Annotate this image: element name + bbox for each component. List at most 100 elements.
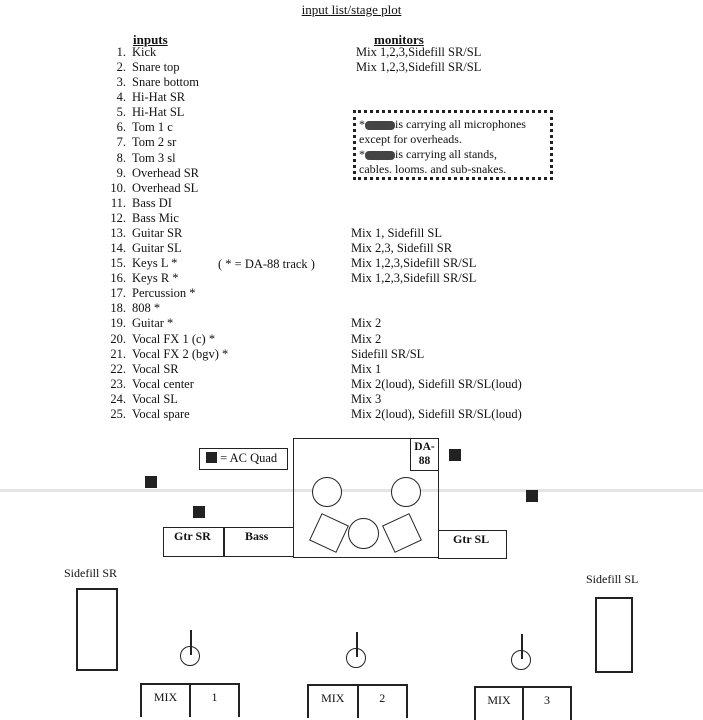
input-number: 13. <box>110 225 126 240</box>
monitor-send: Mix 2 <box>351 331 382 346</box>
ac-quad-icon <box>206 452 217 463</box>
input-number: 9. <box>116 165 126 180</box>
input-row: 11. Bass DI <box>106 196 172 211</box>
monitor-send: Mix 3 <box>351 391 382 406</box>
input-number: 21. <box>110 346 126 361</box>
vocal-mic-sl <box>511 650 531 670</box>
input-name: Keys R * <box>132 271 179 286</box>
ac-quad-icon <box>526 490 538 502</box>
input-number: 16. <box>110 271 126 286</box>
input-row: 25. Vocal spare <box>106 406 190 422</box>
input-row: 8. Tom 3 sl <box>106 151 176 166</box>
monitor-send: Mix 2,3, Sidefill SR <box>351 241 453 256</box>
gtr-sl-label: Gtr SL <box>453 532 490 546</box>
input-name: Guitar * <box>132 316 174 331</box>
ac-quad-icon <box>193 506 205 518</box>
input-row: 22. Vocal SR <box>106 361 179 377</box>
input-number: 17. <box>110 286 126 301</box>
input-row: 3. Snare bottom <box>106 75 199 90</box>
input-number: 24. <box>110 391 126 406</box>
cymbal-left <box>312 477 342 507</box>
divider <box>223 527 225 557</box>
ac-quad-icon <box>449 449 461 461</box>
input-row: 23. Vocal center <box>106 377 194 392</box>
input-name: Overhead SR <box>132 165 199 180</box>
input-number: 6. <box>116 120 126 135</box>
monitor-send: Mix 1 <box>351 361 382 376</box>
input-number: 12. <box>110 210 126 225</box>
input-number: 20. <box>110 331 126 346</box>
sidefill-sr-label: Sidefill SR <box>64 566 118 580</box>
input-name: Vocal spare <box>132 406 190 421</box>
bass-label: Bass <box>245 529 269 543</box>
input-name: Tom 1 c <box>132 120 173 135</box>
input-name: Vocal SL <box>132 391 178 406</box>
input-name: Guitar SR <box>132 225 183 240</box>
input-name: Kick <box>132 45 157 59</box>
monitor-send: Mix 2(loud), Sidefill SR/SL(loud) <box>351 406 522 421</box>
da88-note: ( * = DA-88 track ) <box>218 257 315 271</box>
input-name: Hi-Hat SL <box>132 105 185 120</box>
input-row: 21. Vocal FX 2 (bgv) * <box>106 347 228 362</box>
input-name: Vocal center <box>132 376 194 391</box>
input-name: Keys L * <box>132 256 178 271</box>
monitor-send: Mix 1,2,3,Sidefill SR/SL <box>356 45 482 59</box>
input-row: 12. Bass Mic <box>106 211 179 226</box>
kick-drum <box>348 518 379 549</box>
vocal-mic-sr <box>180 646 200 666</box>
input-name: Bass DI <box>132 195 172 210</box>
input-number: 4. <box>116 90 126 105</box>
input-row: 13. Guitar SR <box>106 226 182 241</box>
input-number: 14. <box>110 241 126 256</box>
input-number: 1. <box>116 45 126 59</box>
crew-note-box: * is carrying all microphones except for … <box>353 110 553 180</box>
note-line: cables. looms. and sub-snakes. <box>359 162 507 176</box>
input-row: 15. Keys L * <box>106 256 177 271</box>
input-name: Tom 3 sl <box>132 150 176 165</box>
monitor-send: Mix 2(loud), Sidefill SR/SL(loud) <box>351 376 522 391</box>
monitor-send: Mix 1, Sidefill SL <box>351 225 442 240</box>
monitor-send: Mix 1,2,3,Sidefill SR/SL <box>351 271 477 286</box>
input-name: 808 * <box>132 301 161 316</box>
input-name: Vocal FX 2 (bgv) * <box>132 346 229 361</box>
input-row: 17. Percussion * <box>106 286 195 301</box>
input-number: 5. <box>116 105 126 120</box>
input-name: Hi-Hat SR <box>132 90 186 105</box>
input-row: 24. Vocal SL <box>106 392 178 407</box>
redacted-name <box>365 120 395 130</box>
input-name: Bass Mic <box>132 210 179 225</box>
input-name: Vocal SR <box>132 361 179 376</box>
input-number: 19. <box>110 316 126 331</box>
input-row: 4. Hi-Hat SR <box>106 90 186 105</box>
ac-quad-legend: = AC Quad <box>199 448 288 470</box>
input-number: 18. <box>110 301 126 316</box>
input-row: 1. Kick <box>106 45 157 60</box>
input-number: 3. <box>116 75 126 90</box>
input-name: Guitar SL <box>132 241 182 256</box>
input-number: 22. <box>110 361 126 376</box>
note-line: except for overheads. <box>359 132 462 146</box>
input-row: 6. Tom 1 c <box>106 120 173 135</box>
redacted-name <box>365 150 395 160</box>
monitor-wedge-mix-1: MIX 1 <box>140 683 240 717</box>
input-name: Snare top <box>132 60 180 75</box>
input-number: 7. <box>116 135 126 150</box>
sidefill-sl-label: Sidefill SL <box>586 572 639 586</box>
input-row: 7. Tom 2 sr <box>106 135 177 150</box>
input-row: 16. Keys R * <box>106 271 179 286</box>
input-number: 11. <box>110 195 126 210</box>
input-name: Vocal FX 1 (c) * <box>132 331 216 346</box>
input-row: 19. Guitar * <box>106 316 173 331</box>
input-row: 14. Guitar SL <box>106 241 182 256</box>
input-name: Tom 2 sr <box>132 135 177 150</box>
gtr-sr-label: Gtr SR <box>174 529 211 543</box>
monitor-send: Sidefill SR/SL <box>351 346 425 361</box>
input-number: 8. <box>116 150 126 165</box>
input-number: 10. <box>110 180 126 195</box>
note-line: is carrying all microphones <box>395 117 526 131</box>
monitor-send: Mix 1,2,3,Sidefill SR/SL <box>356 60 482 75</box>
input-row: 20. Vocal FX 1 (c) * <box>106 332 215 347</box>
monitor-wedge-mix-3: MIX 3 <box>474 686 572 720</box>
monitor-send: Mix 2 <box>351 316 382 331</box>
sidefill-sl-box <box>595 597 633 673</box>
